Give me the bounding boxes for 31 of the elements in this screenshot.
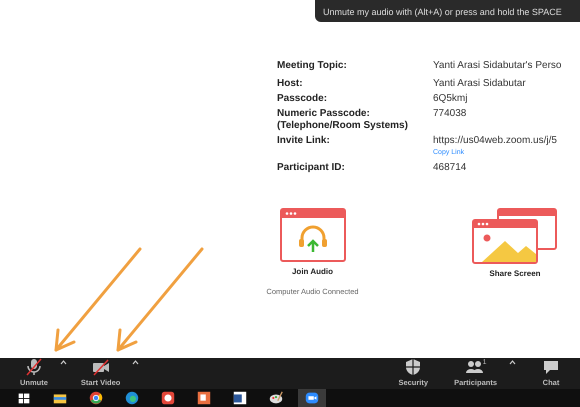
speech-bubble-icon [542,358,560,376]
tooltip: Unmute my audio with (Alt+A) or press and hold the SPACE [315,0,580,22]
taskbar-app[interactable] [298,389,326,407]
edge-logo-icon [124,390,140,406]
circle-app-icon [160,390,176,406]
document-app-icon [232,390,248,406]
palette-icon [268,390,284,406]
caret-icon[interactable] [132,360,140,366]
field-label: Participant ID: [277,162,346,174]
field-value: 6Q5kmj [433,93,468,105]
caret-icon[interactable] [60,360,67,366]
field-label: Meeting Topic: [277,60,348,72]
muted-microphone-icon [24,358,43,376]
field-value: Yanti Arasi Sidabutar's Perso [433,60,562,72]
video-camera-icon [304,390,320,406]
slides-app-icon [196,390,212,406]
action-label[interactable]: Join Audio [292,266,334,278]
field-label: Host: [277,78,304,90]
field-label: Invite Link: [277,135,331,148]
field-label: Passcode: [277,93,328,105]
field-value: https://us04web.zoom.us/j/5 [433,135,558,147]
action-label[interactable]: Share Screen [489,268,541,280]
field-value: 468714 [433,162,468,174]
field-value: Yanti Arasi Sidabutar [433,78,527,90]
field-value: 774038 [433,108,468,120]
crossed-camera-icon [92,358,110,376]
field-label: Numeric Passcode: (Telephone/Room Systems) [277,108,409,132]
chrome-logo-icon [88,390,104,406]
picture-windows-icon[interactable] [472,208,558,264]
caret-icon[interactable] [509,360,516,366]
headphones-window-icon[interactable] [280,208,346,262]
